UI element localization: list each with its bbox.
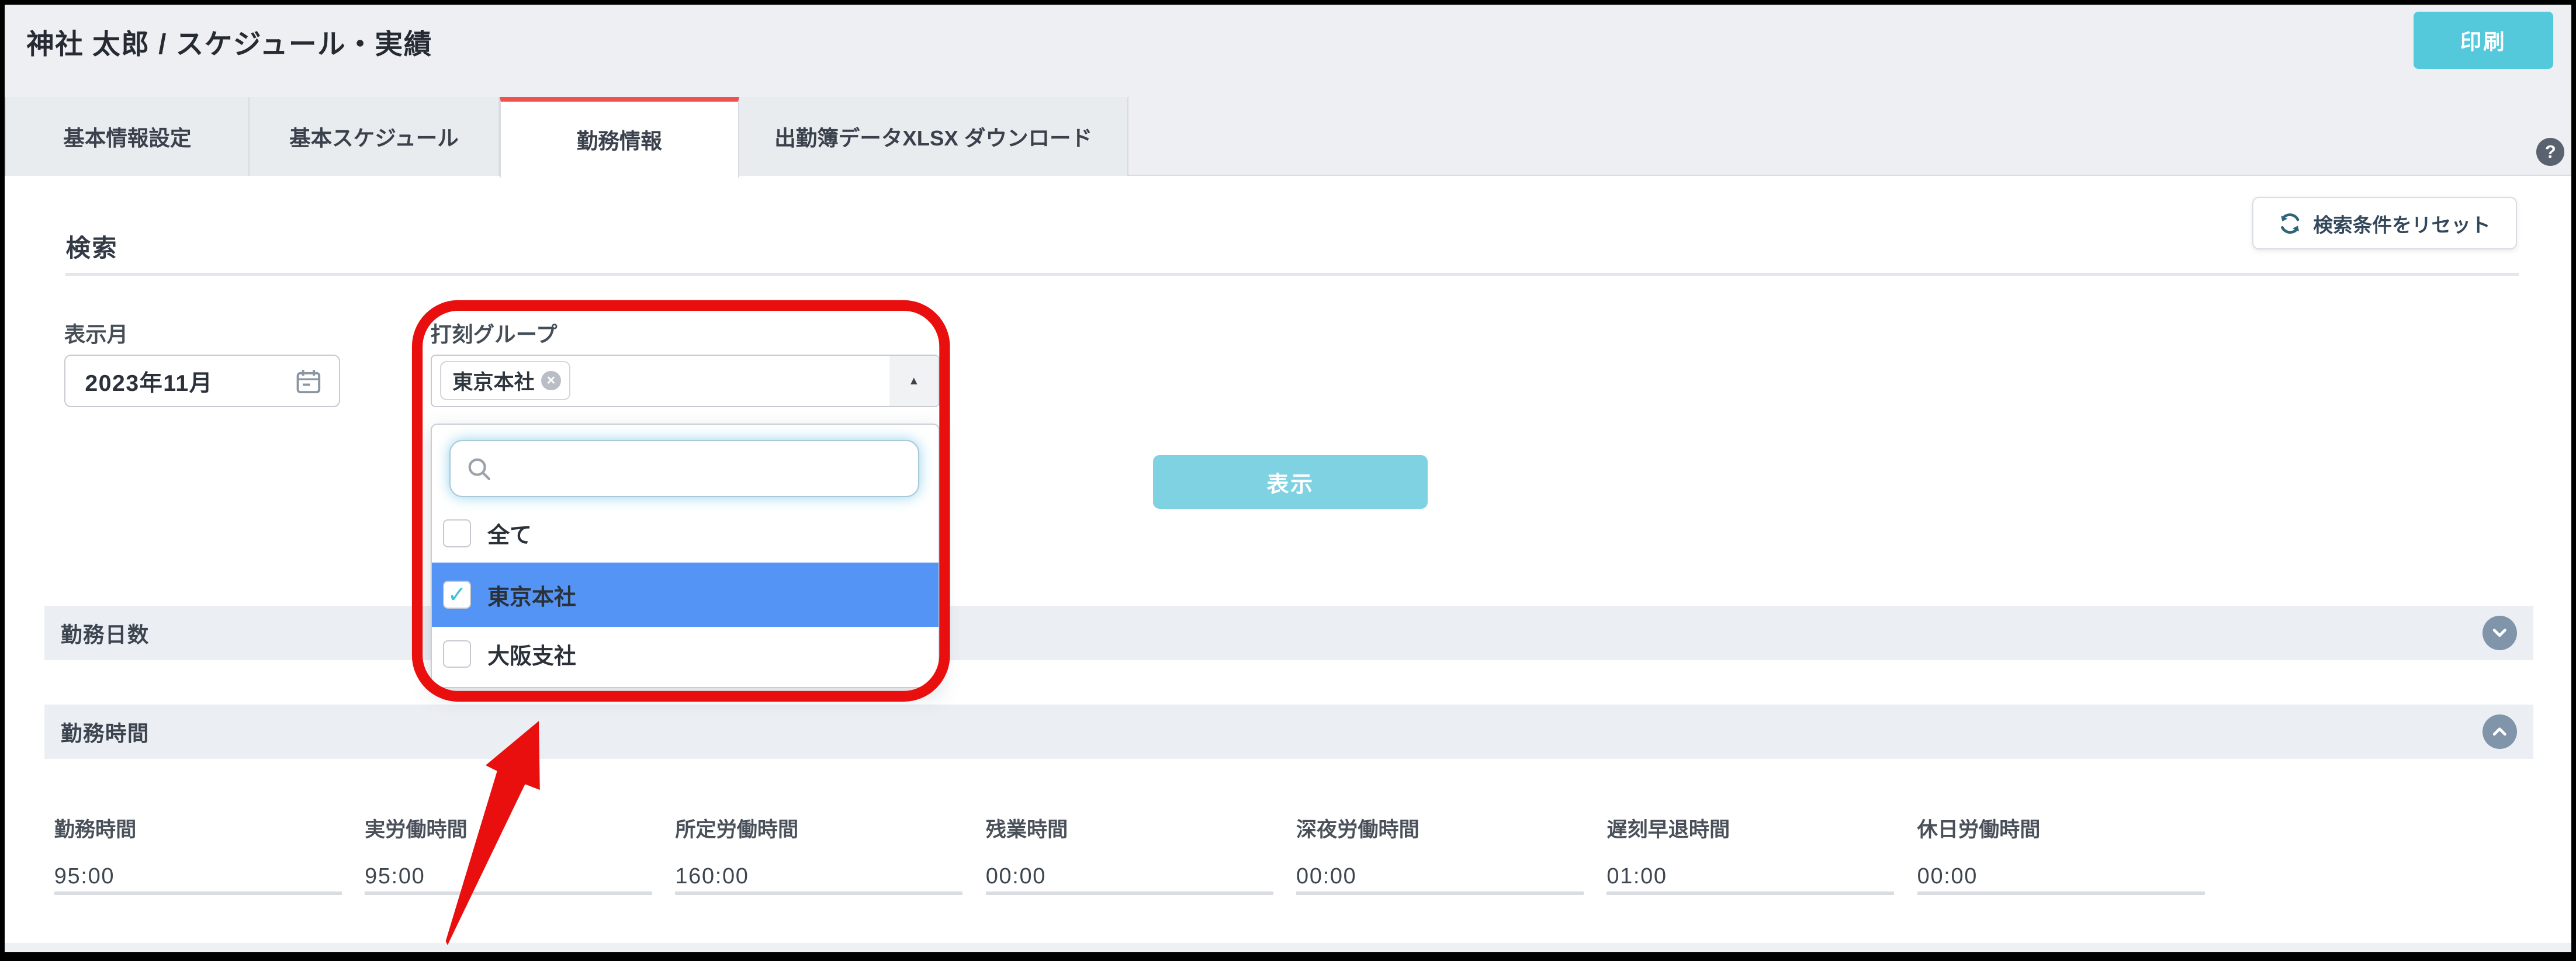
stat-holiday-work: 休日労働時間 00:00 (1917, 813, 2213, 843)
stat-late-night-work: 深夜労働時間 00:00 (1296, 813, 1592, 843)
punch-group-select[interactable]: 東京本社 × ▲ (431, 355, 940, 407)
tab-work-info[interactable]: 勤務情報 (500, 97, 739, 178)
stat-label: 勤務時間 (54, 813, 350, 843)
stat-underline (986, 891, 1273, 895)
stat-label: 所定労働時間 (675, 813, 971, 843)
stat-underline (1296, 891, 1584, 895)
option-osaka-shisha-label: 大阪支社 (487, 638, 576, 670)
check-icon: ✓ (448, 584, 467, 606)
stat-value: 160:00 (675, 864, 749, 889)
page-header: 神社 太郎 / スケジュール・実績 印刷 (0, 0, 2576, 97)
stat-actual-work-time: 実労働時間 95:00 (365, 813, 660, 843)
option-tokyo-honsha[interactable]: ✓ 東京本社 (432, 563, 939, 627)
select-caret-zone[interactable]: ▲ (889, 356, 939, 406)
stat-value: 95:00 (54, 864, 115, 889)
option-tokyo-honsha-label: 東京本社 (487, 579, 576, 611)
dropdown-search-box[interactable] (449, 440, 919, 497)
tab-xlsx-download[interactable]: 出勤簿データXLSX ダウンロード (739, 97, 1128, 176)
option-osaka-shisha[interactable]: 大阪支社 (432, 627, 939, 681)
bottom-bar (0, 952, 2576, 960)
help-icon[interactable]: ? (2536, 138, 2564, 166)
caret-up-icon: ▲ (908, 374, 919, 388)
stat-label: 休日労働時間 (1917, 813, 2213, 843)
stat-underline (54, 891, 342, 895)
punch-group-dropdown: 全て ✓ 東京本社 大阪支社 (431, 424, 940, 688)
stat-underline (365, 891, 652, 895)
reset-search-button[interactable]: 検索条件をリセット (2252, 197, 2517, 249)
stat-scheduled-work-time: 所定労働時間 160:00 (675, 813, 971, 843)
page-title: 神社 太郎 / スケジュール・実績 (26, 22, 432, 62)
stat-value: 95:00 (365, 864, 425, 889)
section-work-hours-title: 勤務時間 (61, 705, 150, 759)
tab-basic-info[interactable]: 基本情報設定 (5, 97, 250, 176)
section-work-days-title: 勤務日数 (61, 606, 150, 660)
stat-work-time: 勤務時間 95:00 (54, 813, 350, 843)
stat-overtime: 残業時間 00:00 (986, 813, 1282, 843)
stat-label: 遅刻早退時間 (1606, 813, 1902, 843)
month-picker-field[interactable]: 2023年11月 (64, 355, 340, 407)
option-all[interactable]: 全て (432, 507, 939, 560)
stat-label: 実労働時間 (365, 813, 660, 843)
refresh-icon (2279, 212, 2301, 235)
chevron-up-icon[interactable] (2482, 714, 2517, 749)
stat-value: 01:00 (1606, 864, 1667, 889)
footer-strip (0, 943, 2576, 953)
checkbox-osaka-shisha[interactable] (443, 640, 471, 668)
selected-group-tag[interactable]: 東京本社 × (440, 361, 570, 400)
checkbox-all[interactable] (443, 519, 471, 547)
stat-value: 00:00 (1296, 864, 1356, 889)
stat-label: 深夜労働時間 (1296, 813, 1592, 843)
stat-value: 00:00 (1917, 864, 1978, 889)
stat-value: 00:00 (986, 864, 1046, 889)
checkbox-tokyo-honsha[interactable]: ✓ (443, 581, 471, 609)
stat-underline (1606, 891, 1894, 895)
punch-group-label: 打刻グループ (431, 317, 558, 348)
chevron-down-icon[interactable] (2482, 616, 2517, 650)
print-button[interactable]: 印刷 (2414, 12, 2553, 69)
section-work-days[interactable]: 勤務日数 (44, 606, 2533, 660)
stat-late-early-leave: 遅刻早退時間 01:00 (1606, 813, 1902, 843)
option-all-label: 全て (487, 517, 532, 549)
remove-tag-icon[interactable]: × (541, 371, 561, 391)
calendar-icon (295, 367, 323, 402)
stat-underline (675, 891, 962, 895)
show-button[interactable]: 表示 (1153, 455, 1427, 509)
tab-bar: 基本情報設定 基本スケジュール 勤務情報 出勤簿データXLSX ダウンロード (0, 97, 2576, 176)
selected-group-tag-label: 東京本社 (452, 366, 535, 395)
search-icon (466, 456, 494, 490)
search-section-heading: 検索 (65, 228, 118, 264)
dropdown-search-input[interactable] (497, 447, 908, 490)
reset-button-label: 検索条件をリセット (2313, 209, 2490, 238)
stat-label: 残業時間 (986, 813, 1282, 843)
stat-underline (1917, 891, 2205, 895)
app-window: 神社 太郎 / スケジュール・実績 印刷 基本情報設定 基本スケジュール 勤務情… (0, 0, 2576, 961)
tab-basic-schedule[interactable]: 基本スケジュール (250, 97, 499, 176)
section-work-hours[interactable]: 勤務時間 (44, 705, 2533, 759)
display-month-label: 表示月 (64, 317, 129, 348)
month-picker-value: 2023年11月 (65, 365, 213, 398)
search-divider (65, 273, 2518, 276)
